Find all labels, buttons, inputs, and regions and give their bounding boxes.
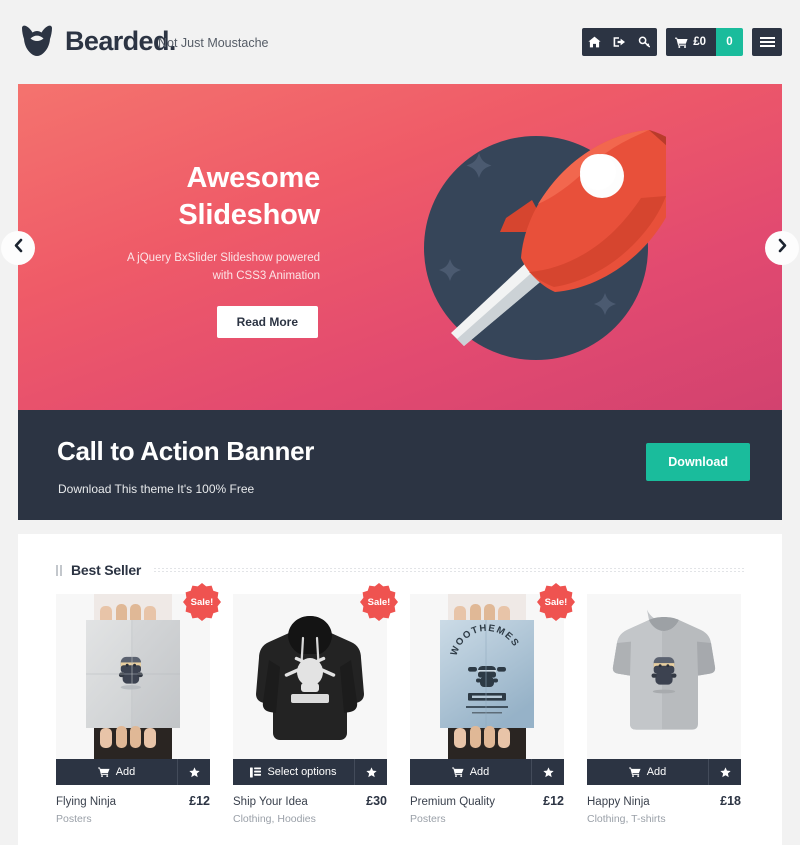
rocket-illustration [406,108,695,391]
cart-icon [628,767,641,777]
slider-prev-button[interactable] [1,231,35,265]
sale-badge-label: Sale! [190,596,214,608]
section-title: Best Seller [71,562,142,578]
section-bars-icon [56,564,62,576]
download-button[interactable]: Download [646,443,750,481]
best-seller-section: Best Seller Sale! Add Flying Ninja £12 P… [18,534,782,845]
product-price: £30 [366,794,387,808]
search-key-icon[interactable] [632,28,657,56]
product-name: Ship Your Idea [233,796,308,808]
header-actions: £0 0 [582,28,782,56]
product-card[interactable]: Sale! Select options Ship Your Idea £30 … [233,583,398,825]
sign-in-icon[interactable] [607,28,632,56]
product-name: Premium Quality [410,796,495,808]
product-meta: Premium Quality £12 Posters [410,785,564,825]
section-divider [154,567,744,573]
hamburger-menu-icon[interactable] [752,28,782,56]
cart-icon [675,37,688,48]
product-category: Clothing, Hoodies [233,813,316,825]
product-card[interactable]: Sale! Add Flying Ninja £12 Posters [56,583,221,825]
site-tagline: Not Just Moustache [158,36,269,50]
sale-badge: Sale! [182,582,222,622]
product-price: £12 [543,794,564,808]
section-header: Best Seller [56,562,744,578]
slider-next-button[interactable] [765,231,799,265]
product-price: £18 [720,794,741,808]
site-header: Bearded. Not Just Moustache £0 0 [0,0,800,82]
product-meta: Happy Ninja £18 Clothing, T-shirts [587,785,741,825]
cta-title: Call to Action Banner [57,436,315,466]
sale-badge-label: Sale! [544,596,568,608]
chevron-left-icon [13,238,24,258]
home-icon[interactable] [582,28,607,56]
product-category: Clothing, T-shirts [587,813,666,825]
chevron-right-icon [777,238,788,258]
sale-badge-label: Sale! [367,596,391,608]
sale-badge: Sale! [359,582,399,622]
add-to-cart-button[interactable]: Add [410,759,532,785]
page-root: Bearded. Not Just Moustache £0 0 Awesome… [0,0,800,845]
favorite-star-icon[interactable] [355,759,387,785]
add-to-cart-label: Add [646,766,667,778]
add-to-cart-button[interactable]: Add [587,759,709,785]
product-name: Happy Ninja [587,796,650,808]
cart-widget: £0 0 [666,28,743,56]
cart-amount: £0 [693,36,706,48]
product-actions: Select options [233,759,387,785]
favorite-star-icon[interactable] [532,759,564,785]
product-meta: Ship Your Idea £30 Clothing, Hoodies [233,785,387,825]
add-to-cart-label: Add [115,766,136,778]
beard-icon [18,24,56,58]
cart-icon [451,767,464,777]
select-options-label: Select options [267,766,337,778]
product-image-grey-tshirt[interactable] [587,594,741,759]
list-icon [250,766,262,778]
product-card[interactable]: WOOTHEMES Sale! Add Premium Quality £12 … [410,583,575,825]
slide-text: Awesome Slideshow A jQuery BxSlider Slid… [18,160,320,338]
hero-slider: Awesome Slideshow A jQuery BxSlider Slid… [18,84,782,410]
product-price: £12 [189,794,210,808]
header-icon-group [582,28,658,56]
product-actions: Add [587,759,741,785]
site-logo[interactable]: Bearded. [18,24,176,58]
product-category: Posters [56,813,92,825]
cta-subtitle: Download This theme It's 100% Free [58,482,255,496]
product-category: Posters [410,813,446,825]
cart-count-badge[interactable]: 0 [716,28,743,56]
slide-subtitle-line1: A jQuery BxSlider Slideshow powered [126,252,320,265]
cart-total-button[interactable]: £0 [666,28,716,56]
slide-subtitle-line2: with CSS3 Animation [212,270,320,283]
cart-icon [97,767,110,777]
product-card[interactable]: Add Happy Ninja £18 Clothing, T-shirts [587,594,741,825]
select-options-button[interactable]: Select options [233,759,355,785]
product-actions: Add [56,759,210,785]
add-to-cart-label: Add [469,766,490,778]
slide-title-line1: Awesome [186,162,321,194]
favorite-star-icon[interactable] [709,759,741,785]
favorite-star-icon[interactable] [178,759,210,785]
read-more-button[interactable]: Read More [216,305,318,338]
sale-badge: Sale! [536,582,576,622]
product-meta: Flying Ninja £12 Posters [56,785,210,825]
product-grid: Sale! Add Flying Ninja £12 Posters Sale!… [56,583,741,825]
add-to-cart-button[interactable]: Add [56,759,178,785]
product-name: Flying Ninja [56,796,117,808]
product-actions: Add [410,759,564,785]
slide-title-line2: Slideshow [178,199,320,232]
call-to-action-banner: Call to Action Banner Download This them… [18,410,782,520]
